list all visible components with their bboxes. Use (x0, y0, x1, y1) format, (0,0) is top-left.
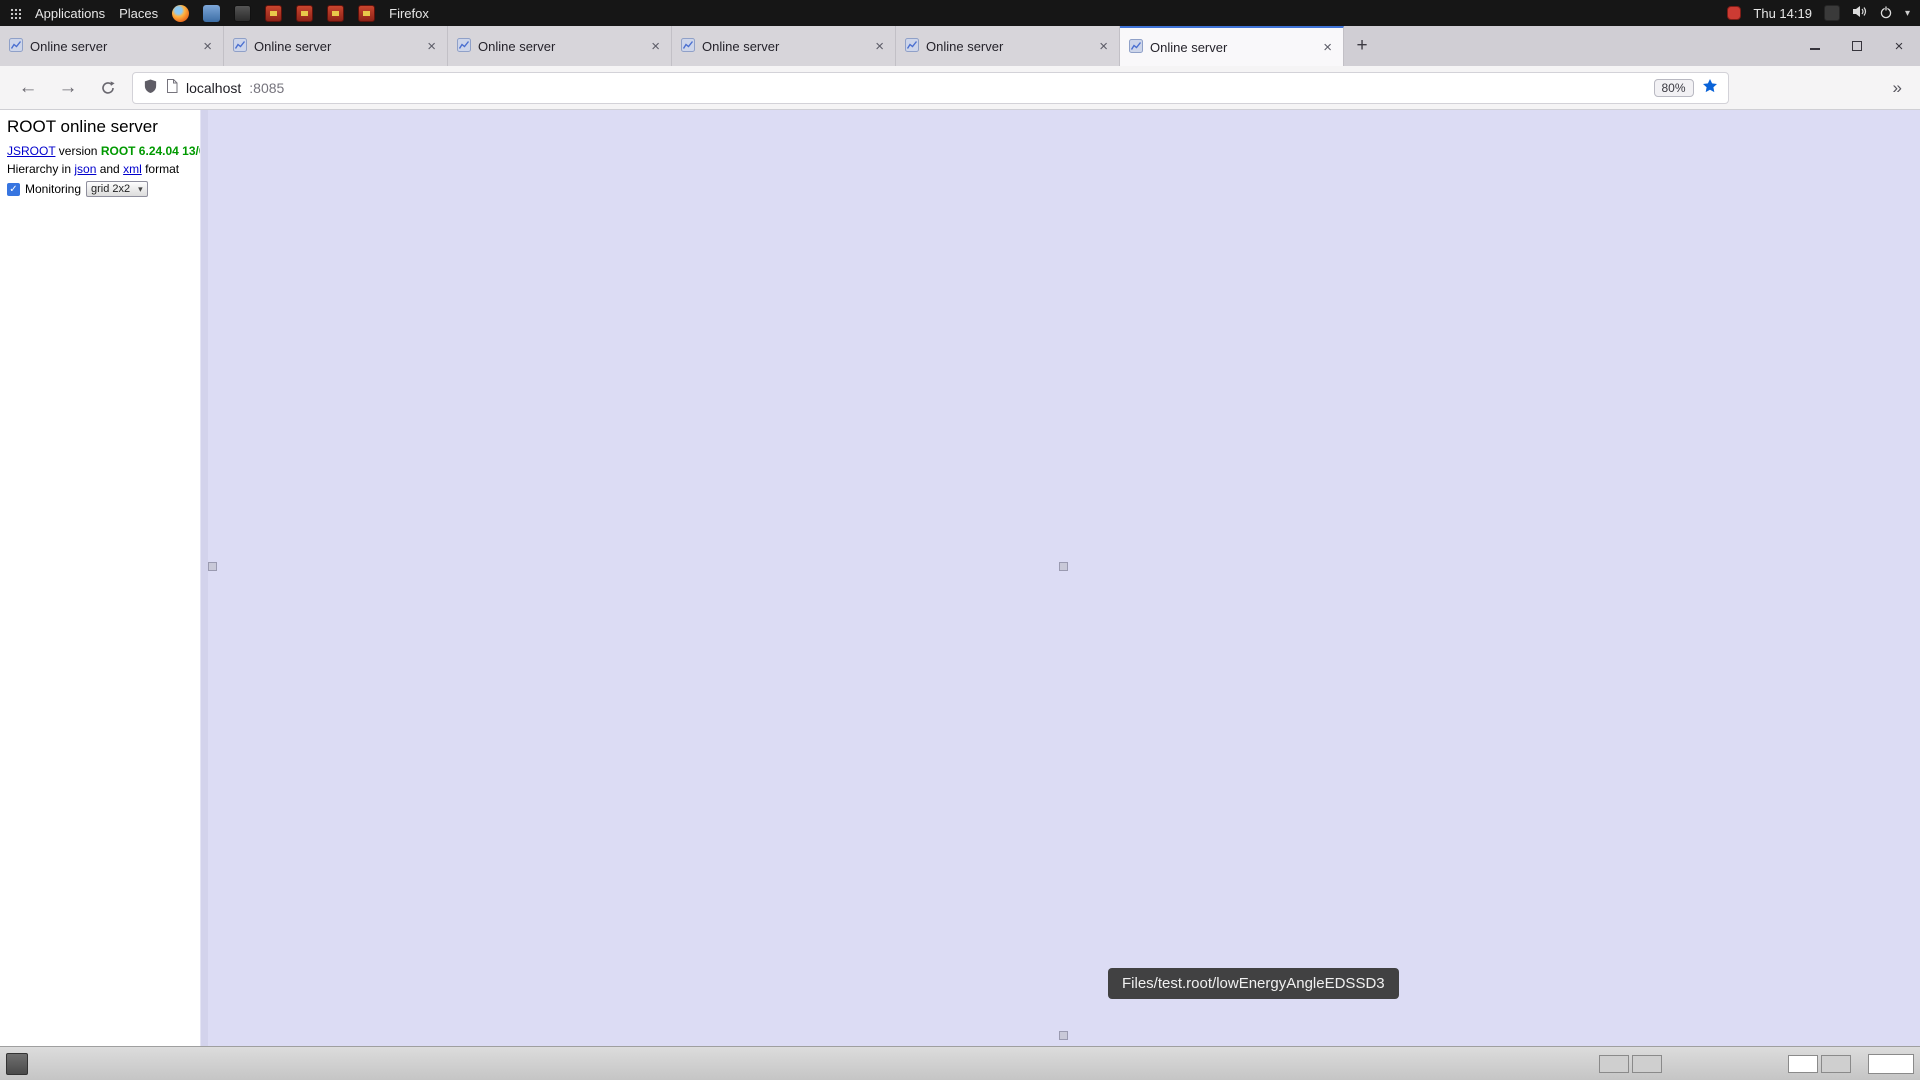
tab-title: Online server (1150, 40, 1314, 55)
tab-close-icon[interactable]: × (201, 39, 214, 54)
tab-title: Online server (478, 39, 642, 54)
url-port: :8085 (249, 80, 284, 96)
tab-online-server-3[interactable]: Online server × (448, 26, 672, 66)
reload-button[interactable] (92, 72, 124, 104)
system-tray[interactable] (1868, 1054, 1914, 1074)
tab-online-server-2[interactable]: Online server × (224, 26, 448, 66)
tab-favicon-icon (905, 38, 919, 55)
version-line: JSROOT version ROOT 6.24.04 13/07/2 (7, 144, 200, 159)
app-launcher-icon-1[interactable] (265, 5, 282, 22)
tab-favicon-icon (1129, 39, 1143, 56)
app-launcher-icon-4[interactable] (358, 5, 375, 22)
grid-splitter-handle[interactable] (1059, 562, 1068, 571)
monitoring-row: ✓ Monitoring grid 2x2▾ (7, 181, 200, 197)
workspace-3[interactable] (1788, 1055, 1818, 1073)
tab-online-server-4[interactable]: Online server × (672, 26, 896, 66)
tab-favicon-icon (9, 38, 23, 55)
toolbar-overflow-button[interactable]: » (1887, 78, 1908, 98)
canvas-grid-area: Files/test.root/lowEnergyAngleEDSSD3 (208, 110, 1920, 1046)
workspace-2[interactable] (1632, 1055, 1662, 1073)
jsroot-link[interactable]: JSROOT (7, 144, 55, 158)
url-bar[interactable]: localhost :8085 80% (132, 72, 1729, 104)
tab-close-icon[interactable]: × (1097, 39, 1110, 54)
grid-splitter-handle[interactable] (1059, 1031, 1068, 1040)
places-menu[interactable]: Places (119, 6, 158, 21)
tab-close-icon[interactable]: × (873, 39, 886, 54)
workspace-pager (1599, 1054, 1914, 1074)
applications-menu[interactable]: Applications (35, 6, 105, 21)
tab-favicon-icon (233, 38, 247, 55)
app-launcher-icon-2[interactable] (296, 5, 313, 22)
files-launcher-icon[interactable] (203, 5, 220, 22)
minimize-button[interactable] (1794, 26, 1836, 66)
maximize-button[interactable] (1836, 26, 1878, 66)
minimize-icon (1810, 43, 1820, 50)
tab-title: Online server (30, 39, 194, 54)
tab-title: Online server (926, 39, 1090, 54)
tab-title: Online server (702, 39, 866, 54)
workspace-4[interactable] (1821, 1055, 1851, 1073)
url-host: localhost (186, 80, 241, 96)
desktop-taskbar (0, 1046, 1920, 1080)
gnome-top-bar: Applications Places Firefox Thu 14:19 ▾ (0, 0, 1920, 26)
histogram-tooltip: Files/test.root/lowEnergyAngleEDSSD3 (1108, 968, 1399, 999)
tab-close-icon[interactable]: × (649, 39, 662, 54)
hierarchy-line: Hierarchy in json and xml format (7, 162, 200, 177)
jsroot-sidebar: ROOT online server JSROOT version ROOT 6… (0, 110, 200, 1046)
page-title: ROOT online server (7, 117, 200, 137)
applications-menu-icon (10, 8, 21, 19)
tab-title: Online server (254, 39, 418, 54)
terminal-launcher-icon[interactable] (234, 5, 251, 22)
chevron-down-icon: ▾ (138, 184, 143, 195)
focused-window-label: Firefox (389, 6, 429, 21)
root-version: ROOT 6.24.04 13/07/2 (101, 144, 200, 158)
firefox-launcher-icon[interactable] (172, 5, 189, 22)
screen-share-indicator-icon[interactable] (1727, 6, 1741, 20)
clock[interactable]: Thu 14:19 (1753, 6, 1812, 21)
tab-online-server-1[interactable]: Online server × (0, 26, 224, 66)
system-menu-caret-icon[interactable]: ▾ (1905, 8, 1910, 19)
power-icon[interactable] (1879, 5, 1893, 22)
json-link[interactable]: json (74, 162, 96, 176)
input-source-icon[interactable] (1824, 5, 1840, 21)
forward-button[interactable]: → (52, 72, 84, 104)
zoom-indicator[interactable]: 80% (1654, 79, 1694, 97)
grid-splitter-handle[interactable] (208, 562, 217, 571)
tab-close-icon[interactable]: × (1321, 40, 1334, 55)
page-info-icon[interactable] (166, 79, 178, 96)
close-button[interactable]: × (1878, 26, 1920, 66)
tab-close-icon[interactable]: × (425, 39, 438, 54)
page-content: ROOT online server JSROOT version ROOT 6… (0, 110, 1920, 1046)
workspace-1[interactable] (1599, 1055, 1629, 1073)
tab-online-server-6[interactable]: Online server × (1120, 26, 1344, 66)
panel-menu-icon[interactable] (6, 1053, 28, 1075)
volume-icon[interactable] (1852, 5, 1867, 21)
shield-icon[interactable] (143, 78, 158, 97)
monitoring-label: Monitoring (25, 182, 81, 196)
monitoring-checkbox[interactable]: ✓ (7, 183, 20, 196)
xml-link[interactable]: xml (123, 162, 142, 176)
new-tab-button[interactable]: + (1344, 26, 1380, 66)
maximize-icon (1852, 41, 1862, 51)
sidebar-scrollbar[interactable] (200, 110, 208, 1046)
tab-favicon-icon (681, 38, 695, 55)
layout-select[interactable]: grid 2x2▾ (86, 181, 148, 197)
tab-strip: Online server×Online server×Online serve… (0, 26, 1344, 66)
browser-nav-bar: ← → localhost :8085 80% » (0, 66, 1920, 110)
tab-online-server-5[interactable]: Online server × (896, 26, 1120, 66)
app-launcher-icon-3[interactable] (327, 5, 344, 22)
tab-favicon-icon (457, 38, 471, 55)
bookmark-star-icon[interactable] (1702, 78, 1718, 97)
back-button[interactable]: ← (12, 72, 44, 104)
window-controls: × (1794, 26, 1920, 66)
browser-tab-bar: Online server×Online server×Online serve… (0, 26, 1920, 66)
